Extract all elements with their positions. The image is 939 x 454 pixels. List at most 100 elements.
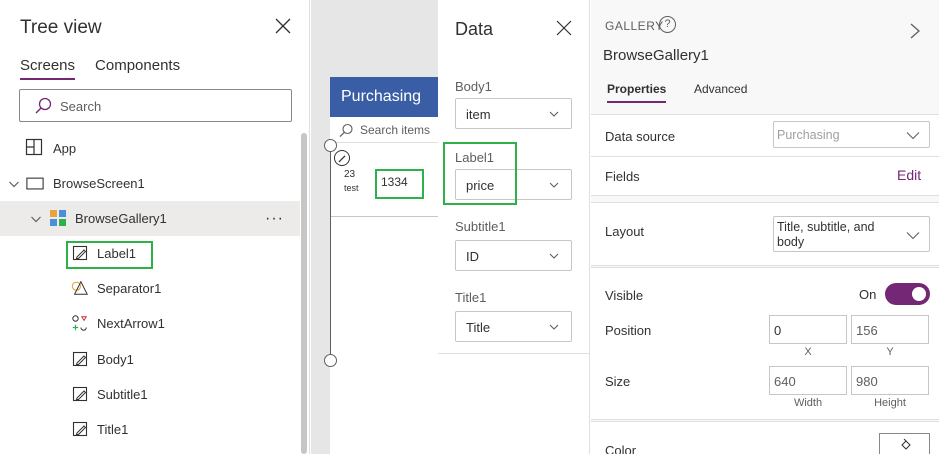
tab-components[interactable]: Components	[95, 57, 180, 80]
tree-item-title1[interactable]: Title1	[0, 412, 300, 447]
field-label-subtitle1: Subtitle1	[455, 219, 506, 234]
tree-view-title: Tree view	[20, 17, 102, 38]
tree-item-browsegallery1[interactable]: BrowseGallery1 ···	[0, 201, 300, 236]
layout-value: Title, subtitle, and body	[777, 220, 875, 249]
chevron-down-icon	[549, 253, 559, 259]
tab-screens[interactable]: Screens	[20, 57, 76, 80]
tree-item-label: Title1	[97, 422, 129, 437]
tree-view-panel: Tree view Screens Components Search App …	[0, 0, 310, 454]
search-icon	[35, 97, 52, 114]
position-x-input[interactable]: 0	[769, 315, 847, 344]
tree-view-tabs: Screens Components	[20, 57, 180, 80]
tree-item-subtitle1[interactable]: Subtitle1	[0, 377, 300, 412]
chevron-down-icon	[549, 182, 559, 188]
chevron-down-icon	[549, 324, 559, 330]
chevron-down-icon	[549, 111, 559, 117]
chevron-down-icon[interactable]	[30, 213, 42, 225]
height-input[interactable]: 980	[851, 366, 929, 395]
chevron-down-icon	[906, 132, 920, 140]
color-label: Color	[605, 443, 637, 454]
more-options-icon[interactable]: ···	[265, 210, 284, 228]
tree-item-browsescreen1[interactable]: BrowseScreen1	[0, 166, 300, 201]
search-placeholder: Search	[60, 99, 102, 114]
height-caption: Height	[874, 397, 906, 409]
properties-panel: GALLERY ? BrowseGallery1 Properties Adva…	[591, 0, 939, 454]
color-picker-button[interactable]	[879, 433, 930, 454]
title1-dropdown[interactable]: Title	[455, 311, 572, 342]
close-icon[interactable]	[273, 16, 293, 36]
width-input[interactable]: 640	[769, 366, 847, 395]
data-source-dropdown[interactable]: Purchasing	[773, 121, 930, 148]
gallery-item-subtitle: 23	[344, 169, 356, 180]
gallery-icon	[50, 210, 66, 226]
resize-handle-middle[interactable]	[324, 354, 337, 367]
tree-item-body1[interactable]: Body1	[0, 342, 300, 377]
control-type-label: GALLERY	[605, 19, 664, 33]
highlight-label1-box	[66, 241, 153, 269]
selection-border	[330, 146, 331, 361]
position-y-input[interactable]: 156	[851, 315, 929, 344]
tree-item-app[interactable]: App	[0, 131, 300, 166]
chevron-right-icon[interactable]	[909, 22, 921, 40]
divider	[591, 156, 939, 157]
dropdown-value: item	[466, 107, 491, 122]
app-header[interactable]: Purchasing	[330, 77, 450, 117]
toggle-knob	[912, 287, 926, 301]
layout-dropdown[interactable]: Title, subtitle, and body	[773, 216, 930, 252]
tree-item-label: BrowseScreen1	[53, 176, 145, 191]
width-value: 640	[774, 374, 796, 389]
subtitle1-dropdown[interactable]: ID	[455, 240, 572, 271]
tree-item-label: Body1	[97, 352, 134, 367]
gallery-item-title: test	[344, 183, 359, 193]
position-y-value: 156	[856, 323, 878, 338]
tree-item-nextarrow1[interactable]: NextArrow1	[0, 306, 300, 341]
data-source-label: Data source	[605, 129, 676, 144]
app-screen-preview[interactable]: Purchasing Search items 23 test 1334	[330, 77, 450, 454]
field-label-body1: Body1	[455, 79, 492, 94]
tree-item-label: NextArrow1	[97, 316, 165, 331]
highlight-label1-field-box	[443, 142, 517, 205]
app-header-title: Purchasing	[341, 88, 422, 105]
height-value: 980	[856, 374, 878, 389]
edit-pencil-icon[interactable]	[334, 150, 350, 166]
app-search-placeholder: Search items	[360, 123, 431, 137]
position-x-value: 0	[774, 323, 782, 338]
tree-item-label: Subtitle1	[97, 387, 148, 402]
help-icon[interactable]: ?	[659, 16, 676, 33]
tree-item-label: BrowseGallery1	[75, 211, 167, 226]
tree-item-label: App	[53, 141, 77, 156]
close-icon[interactable]	[555, 19, 573, 37]
data-section: Data source Purchasing Fields Edit	[591, 114, 939, 196]
body1-dropdown[interactable]: item	[455, 98, 572, 129]
app-icon	[25, 138, 43, 156]
tab-advanced[interactable]: Advanced	[694, 82, 747, 101]
screen-icon	[26, 177, 44, 190]
control-name: BrowseGallery1	[603, 47, 709, 64]
dropdown-value: Title	[466, 320, 491, 335]
separator-icon	[71, 280, 89, 295]
tree-scrollbar[interactable]	[301, 133, 307, 454]
search-icon	[339, 123, 353, 138]
x-caption: X	[804, 346, 812, 358]
tree-item-separator1[interactable]: Separator1	[0, 271, 300, 306]
width-caption: Width	[793, 397, 823, 409]
visible-label: Visible	[605, 288, 644, 303]
dropdown-value: ID	[466, 249, 479, 264]
label-icon	[72, 421, 88, 437]
visible-state-text: On	[859, 287, 877, 302]
data-source-value: Purchasing	[777, 128, 840, 142]
field-label-title1: Title1	[455, 290, 487, 305]
divider	[438, 353, 590, 354]
tree-item-label: Separator1	[97, 281, 162, 296]
resize-handle-top[interactable]	[324, 139, 337, 152]
visible-toggle[interactable]	[885, 283, 930, 305]
edit-fields-link[interactable]: Edit	[897, 167, 921, 183]
data-panel-title: Data	[455, 19, 494, 39]
tab-properties[interactable]: Properties	[607, 82, 667, 103]
tree-search-input[interactable]: Search	[19, 89, 292, 122]
app-search-box[interactable]: Search items	[330, 117, 450, 143]
highlight-price-box	[375, 169, 424, 199]
label-icon	[72, 386, 88, 402]
chevron-down-icon[interactable]	[8, 178, 20, 190]
layout-section: Layout Title, subtitle, and body	[591, 202, 939, 266]
